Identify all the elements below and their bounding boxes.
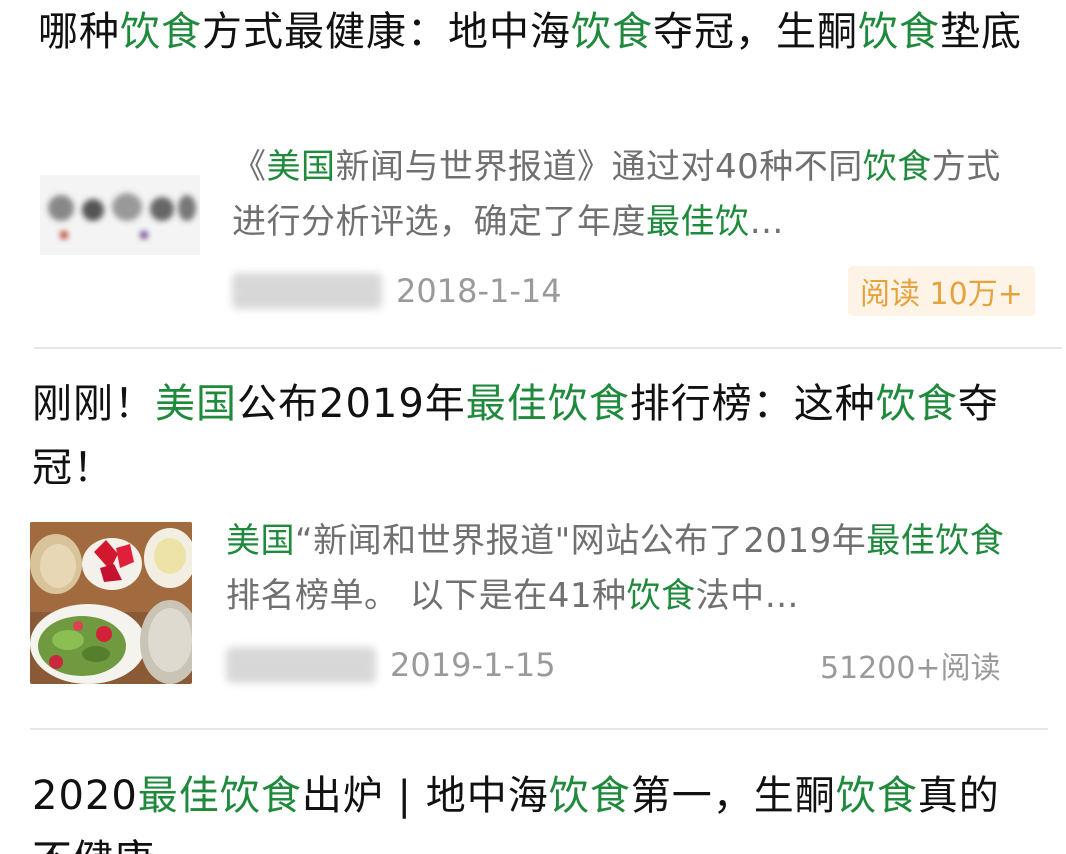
source-name xyxy=(232,273,382,309)
article-title[interactable]: 哪种饮食方式最健康：地中海饮食夺冠，生酮饮食垫底 xyxy=(38,0,1028,64)
keyword-highlight: 最佳饮食 xyxy=(866,521,1005,561)
article-meta: 2018-1-14 xyxy=(232,266,562,316)
article-summary: 《美国新闻与世界报道》通过对40种不同饮食方式进行分析评选，确定了年度最佳饮… xyxy=(232,140,1022,250)
keyword-highlight: 饮食 xyxy=(120,9,202,55)
publish-date: 2018-1-14 xyxy=(396,272,562,310)
article-card[interactable]: 刚刚！美国公布2019年最佳饮食排行榜：这种饮食夺冠！ 美国“新闻和世界报道"网… xyxy=(0,350,1066,728)
keyword-highlight: 饮食 xyxy=(548,773,631,819)
text-segment: “新闻和世界报道"网站公布了2019年 xyxy=(295,521,867,561)
article-card[interactable]: 哪种饮食方式最健康：地中海饮食夺冠，生酮饮食垫底 《美国新闻与世界报道》通过对4… xyxy=(0,0,1066,350)
keyword-highlight: 最佳饮食 xyxy=(465,381,630,427)
article-card[interactable]: 2020最佳饮食出炉 | 地中海饮食第一，生酮饮食真的不健康 xyxy=(0,730,1066,854)
text-segment: 排名榜单。 以下是在41种 xyxy=(226,576,627,616)
publish-date: 2019-1-15 xyxy=(390,646,556,684)
text-segment: 方式最健康：地中海 xyxy=(202,9,571,55)
text-segment: 新闻与世界报道》通过对40种不同 xyxy=(335,147,863,187)
text-segment: 《 xyxy=(232,147,267,187)
article-thumbnail xyxy=(40,175,200,255)
keyword-highlight: 最佳饮 xyxy=(646,202,750,242)
text-segment: 夺冠，生酮 xyxy=(653,9,858,55)
keyword-highlight: 美国 xyxy=(266,147,336,187)
text-segment: 排行榜：这种 xyxy=(629,381,876,427)
article-title[interactable]: 刚刚！美国公布2019年最佳饮食排行榜：这种饮食夺冠！ xyxy=(32,372,1022,500)
article-summary: 美国“新闻和世界报道"网站公布了2019年最佳饮食排名榜单。 以下是在41种饮食… xyxy=(226,514,1016,624)
keyword-highlight: 饮食 xyxy=(626,576,696,616)
text-segment: 哪种 xyxy=(38,9,120,55)
keyword-highlight: 饮食 xyxy=(835,773,918,819)
food-photo-image xyxy=(30,522,192,684)
keyword-highlight: 饮食 xyxy=(571,9,653,55)
read-count-badge: 51200+阅读 xyxy=(820,651,1001,686)
article-title[interactable]: 2020最佳饮食出炉 | 地中海饮食第一，生酮饮食真的不健康 xyxy=(32,764,1032,854)
keyword-highlight: 最佳饮食 xyxy=(137,773,302,819)
text-segment: 2020 xyxy=(32,773,138,819)
divider xyxy=(34,347,1062,349)
article-thumbnail xyxy=(30,522,192,684)
article-meta: 2019-1-15 xyxy=(226,640,556,690)
keyword-highlight: 饮食 xyxy=(875,381,958,427)
keyword-highlight: 饮食 xyxy=(858,9,940,55)
text-segment: 垫底 xyxy=(940,9,1022,55)
source-name xyxy=(226,647,376,683)
text-segment: 第一，生酮 xyxy=(630,773,836,819)
keyword-highlight: 美国 xyxy=(226,521,295,561)
text-segment: 法中… xyxy=(695,576,800,616)
text-segment: 公布2019年 xyxy=(237,381,466,427)
keyword-highlight: 美国 xyxy=(155,381,237,427)
keyword-highlight: 饮食 xyxy=(862,147,932,187)
text-segment: 出炉 | 地中海 xyxy=(301,773,549,819)
text-segment: … xyxy=(749,202,784,242)
text-segment: 刚刚！ xyxy=(32,381,155,427)
read-count-badge: 阅读 10万+ xyxy=(848,266,1035,316)
